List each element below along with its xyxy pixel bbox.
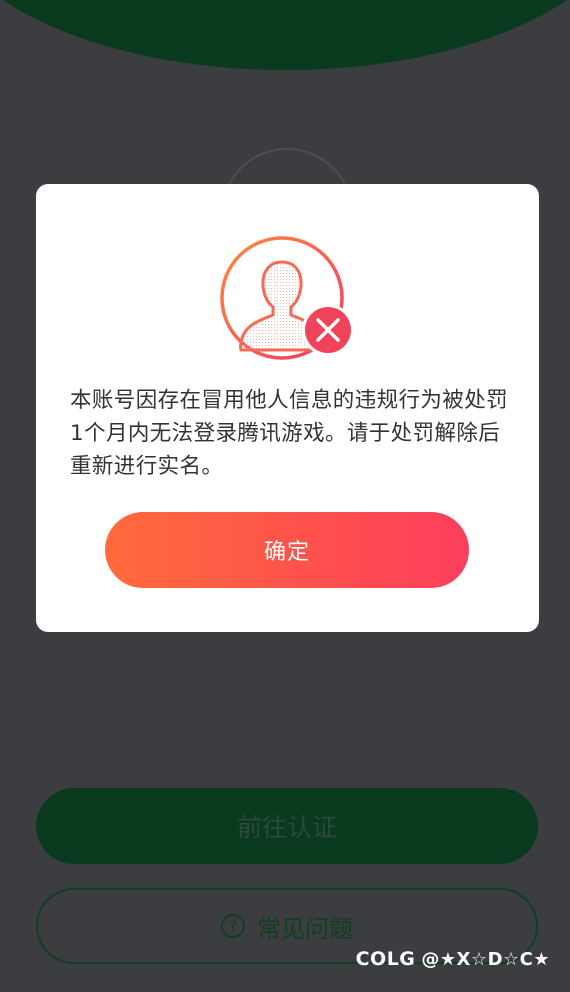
screen: 前往认证 ? 常见问题 COLG @★X☆D☆C★ 本账号因存在冒用他人信息的违…: [0, 0, 570, 992]
go-verify-label: 前往认证: [236, 813, 337, 842]
question-icon: ?: [221, 914, 245, 938]
watermark-brand: COLG: [355, 948, 416, 970]
watermark-handle: @★X☆D☆C★: [421, 949, 550, 970]
ban-notice-dialog: 本账号因存在冒用他人信息的违规行为被处罚1个月内无法登录腾讯游戏。请于处罚解除后…: [36, 184, 539, 632]
faq-label: 常见问题: [257, 914, 353, 943]
header-banner: [0, 0, 570, 70]
ban-message: 本账号因存在冒用他人信息的违规行为被处罚1个月内无法登录腾讯游戏。请于处罚解除后…: [70, 388, 509, 479]
confirm-button[interactable]: 确定: [105, 512, 469, 588]
user-blocked-icon: [220, 236, 354, 360]
go-verify-button: 前往认证: [36, 788, 538, 864]
watermark: COLG @★X☆D☆C★: [356, 948, 550, 970]
